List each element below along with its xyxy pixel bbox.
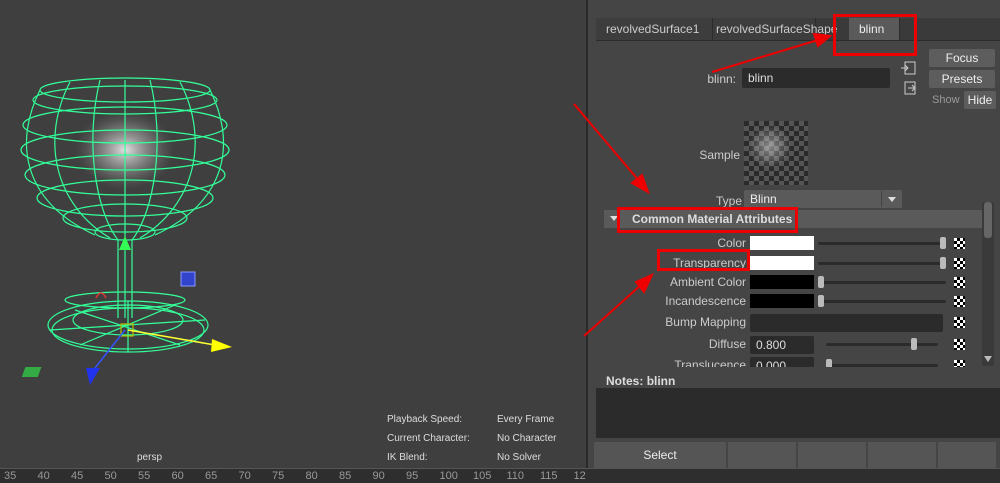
map-texture-icon[interactable]	[954, 296, 965, 307]
time-tick-label: 12	[573, 470, 586, 482]
select-button[interactable]: Select	[594, 442, 726, 468]
node-name-label: blinn:	[707, 72, 736, 86]
scroll-down-icon[interactable]	[982, 354, 994, 364]
map-texture-icon[interactable]	[954, 360, 965, 367]
attribute-scrollbar[interactable]	[982, 202, 994, 366]
map-texture-icon[interactable]	[954, 339, 965, 350]
slider-handle[interactable]	[818, 276, 824, 288]
map-texture-icon[interactable]	[954, 317, 965, 328]
time-tick-label: 75	[272, 470, 285, 482]
maya-window: persp Playback Speed: Every Frame Curren…	[0, 0, 1000, 483]
focus-button[interactable]: Focus	[929, 49, 995, 67]
time-tick-label: 80	[305, 470, 318, 482]
time-tick-label: 70	[238, 470, 251, 482]
time-tick-label: 55	[138, 470, 151, 482]
focus-in-icon[interactable]	[900, 60, 918, 100]
time-tick-label: 60	[171, 470, 184, 482]
map-texture-icon[interactable]	[954, 238, 965, 249]
copy-tab-button[interactable]	[798, 442, 866, 468]
sample-label: Sample	[699, 148, 740, 162]
color-swatch-color[interactable]	[750, 236, 814, 250]
close-button[interactable]	[868, 442, 936, 468]
bump-mapping-field[interactable]	[750, 314, 943, 332]
attr-label-translucence: Translucence	[674, 358, 746, 367]
attr-label-bump-mapping: Bump Mapping	[665, 315, 746, 329]
hud-ik-blend-label: IK Blend:	[387, 452, 428, 463]
notes-textarea[interactable]	[596, 388, 1000, 438]
attr-label-color: Color	[717, 236, 746, 250]
notes-label: Notes: blinn	[606, 374, 676, 388]
slider-translucence[interactable]	[826, 359, 938, 367]
slider-handle[interactable]	[940, 237, 946, 249]
hud-playback-speed-label: Playback Speed:	[387, 414, 463, 425]
color-swatch-ambient-color[interactable]	[750, 275, 814, 289]
time-tick-label: 90	[372, 470, 385, 482]
show-label[interactable]: Show	[932, 94, 960, 106]
attribute-editor: revolvedSurface1 revolvedSurfaceShape bl…	[588, 0, 1000, 468]
load-attributes-button[interactable]	[728, 442, 796, 468]
map-texture-icon[interactable]	[954, 258, 965, 269]
color-swatch-transparency[interactable]	[750, 256, 814, 270]
time-tick-label: 95	[406, 470, 419, 482]
time-tick-label: 110	[506, 470, 525, 482]
hud-ik-blend-value: No Solver	[497, 452, 541, 463]
attr-label-diffuse: Diffuse	[708, 337, 746, 351]
slider-handle[interactable]	[940, 257, 946, 269]
slider-handle[interactable]	[826, 359, 832, 367]
attr-label-incandescence: Incandescence	[665, 294, 746, 308]
notes-node-name: blinn	[646, 374, 676, 388]
presets-button[interactable]: Presets	[929, 70, 995, 88]
hud-current-character-value: No Character	[497, 433, 557, 444]
time-tick-label: 115	[540, 470, 558, 482]
attr-row-transparency: Transparency	[588, 255, 980, 273]
node-name-field[interactable]: blinn	[742, 68, 890, 88]
extra-button[interactable]	[938, 442, 996, 468]
attribute-rows: Color Transparency Ambient Color Incandesce…	[588, 230, 980, 367]
attr-row-color: Color	[588, 235, 980, 253]
type-dropdown[interactable]: Blinn	[744, 190, 902, 208]
time-tick-label: 85	[339, 470, 352, 482]
time-tick-label: 50	[104, 470, 117, 482]
annotation-box-transparency	[657, 249, 750, 271]
hud-current-character-label: Current Character:	[387, 433, 470, 444]
time-tick-label: 35	[4, 470, 17, 482]
slider-diffuse[interactable]	[826, 338, 938, 350]
hide-button[interactable]: Hide	[964, 91, 996, 109]
slider-color[interactable]	[818, 237, 946, 249]
time-tick-label: 40	[37, 470, 50, 482]
map-texture-icon[interactable]	[954, 277, 965, 288]
slider-transparency[interactable]	[818, 257, 946, 269]
attr-row-incandescence: Incandescence	[588, 293, 980, 311]
attr-label-ambient-color: Ambient Color	[669, 275, 746, 289]
hud-playback-speed-value: Every Frame	[497, 414, 555, 425]
slider-ambient-color[interactable]	[818, 276, 946, 288]
slider-incandescence[interactable]	[818, 295, 946, 307]
annotation-box-section	[617, 207, 798, 233]
slider-handle[interactable]	[818, 295, 824, 307]
wine-glass-wireframe[interactable]	[0, 0, 586, 468]
type-label: Type	[715, 194, 742, 208]
time-tick-label: 100	[439, 470, 458, 482]
attr-row-translucence: Translucence 0.000	[588, 357, 980, 367]
time-slider[interactable]: 35 40 45 50 55 60 65 70 75 80 85 90 95 100 105 110 115 12	[0, 468, 1000, 483]
camera-label: persp	[137, 452, 163, 463]
tab-revolved-surface[interactable]: revolvedSurface1	[596, 18, 713, 40]
tab-revolved-surface-shape[interactable]: revolvedSurfaceShape	[713, 18, 837, 40]
material-sample-swatch	[744, 121, 808, 185]
number-field-translucence[interactable]: 0.000	[750, 357, 814, 367]
attr-row-ambient-color: Ambient Color	[588, 274, 980, 292]
time-tick-label: 65	[205, 470, 218, 482]
attr-row-diffuse: Diffuse 0.800	[588, 336, 980, 354]
color-swatch-incandescence[interactable]	[750, 294, 814, 308]
slider-handle[interactable]	[910, 338, 917, 350]
annotation-box-blinn-tab	[833, 14, 917, 56]
attr-row-bump-mapping: Bump Mapping	[588, 314, 980, 332]
time-tick-label: 45	[71, 470, 84, 482]
perspective-viewport[interactable]: persp Playback Speed: Every Frame Curren…	[0, 0, 588, 468]
node-tabbar: revolvedSurface1 revolvedSurfaceShape bl…	[596, 18, 1000, 41]
scrollbar-thumb[interactable]	[984, 202, 992, 238]
time-tick-label: 105	[473, 470, 492, 482]
chevron-down-icon[interactable]	[881, 191, 902, 207]
number-field-diffuse[interactable]: 0.800	[750, 336, 814, 354]
